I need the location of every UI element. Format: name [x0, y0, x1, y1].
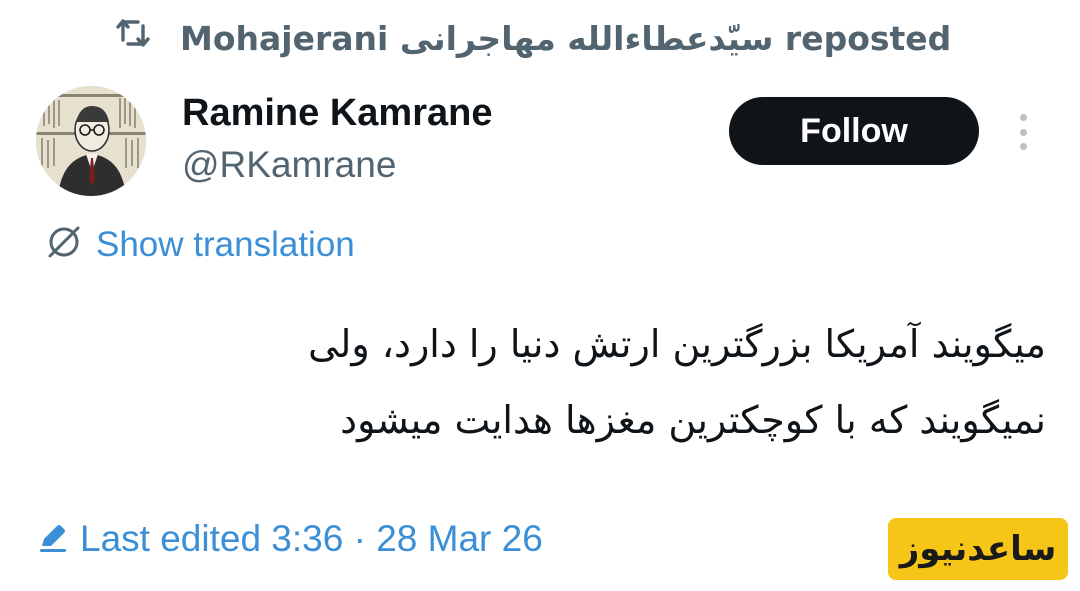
watermark-text: ساعدنیوز [898, 529, 1057, 569]
tweet-card: Mohajerani سیّدعطاءالله مهاجرانی reposte… [0, 0, 1080, 591]
more-dot [1019, 143, 1027, 150]
repost-header: Mohajerani سیّدعطاءالله مهاجرانی reposte… [116, 12, 951, 64]
more-vertical-icon[interactable] [1008, 108, 1038, 156]
tweet-line: میگویند آمریکا بزرگترین ارتش دنیا را دار… [308, 322, 1046, 366]
author-name[interactable]: Ramine Kamrane [182, 92, 492, 135]
show-translation-link[interactable]: Show translation [44, 222, 355, 267]
follow-button[interactable]: Follow [729, 97, 979, 165]
repost-text[interactable]: Mohajerani سیّدعطاءالله مهاجرانی reposte… [180, 19, 951, 58]
tweet-line: نمیگویند که با کوچکترین مغزها هدایت میشو… [340, 398, 1046, 442]
last-edited-link[interactable]: Last edited 3:36 · 28 Mar 26 [36, 518, 543, 560]
more-dot [1019, 128, 1027, 136]
repost-icon [116, 16, 150, 50]
avatar[interactable] [36, 86, 146, 196]
watermark-logo: ساعدنیوز [888, 518, 1068, 580]
more-dot [1019, 114, 1027, 121]
edit-pencil-icon [36, 520, 70, 559]
show-translation-label: Show translation [96, 224, 355, 264]
tweet-body: میگویند آمریکا بزرگترین ارتش دنیا را دار… [86, 306, 1046, 458]
translate-globe-icon [44, 222, 84, 267]
author-handle[interactable]: @RKamrane [182, 144, 396, 186]
last-edited-label: Last edited 3:36 · 28 Mar 26 [80, 518, 543, 559]
